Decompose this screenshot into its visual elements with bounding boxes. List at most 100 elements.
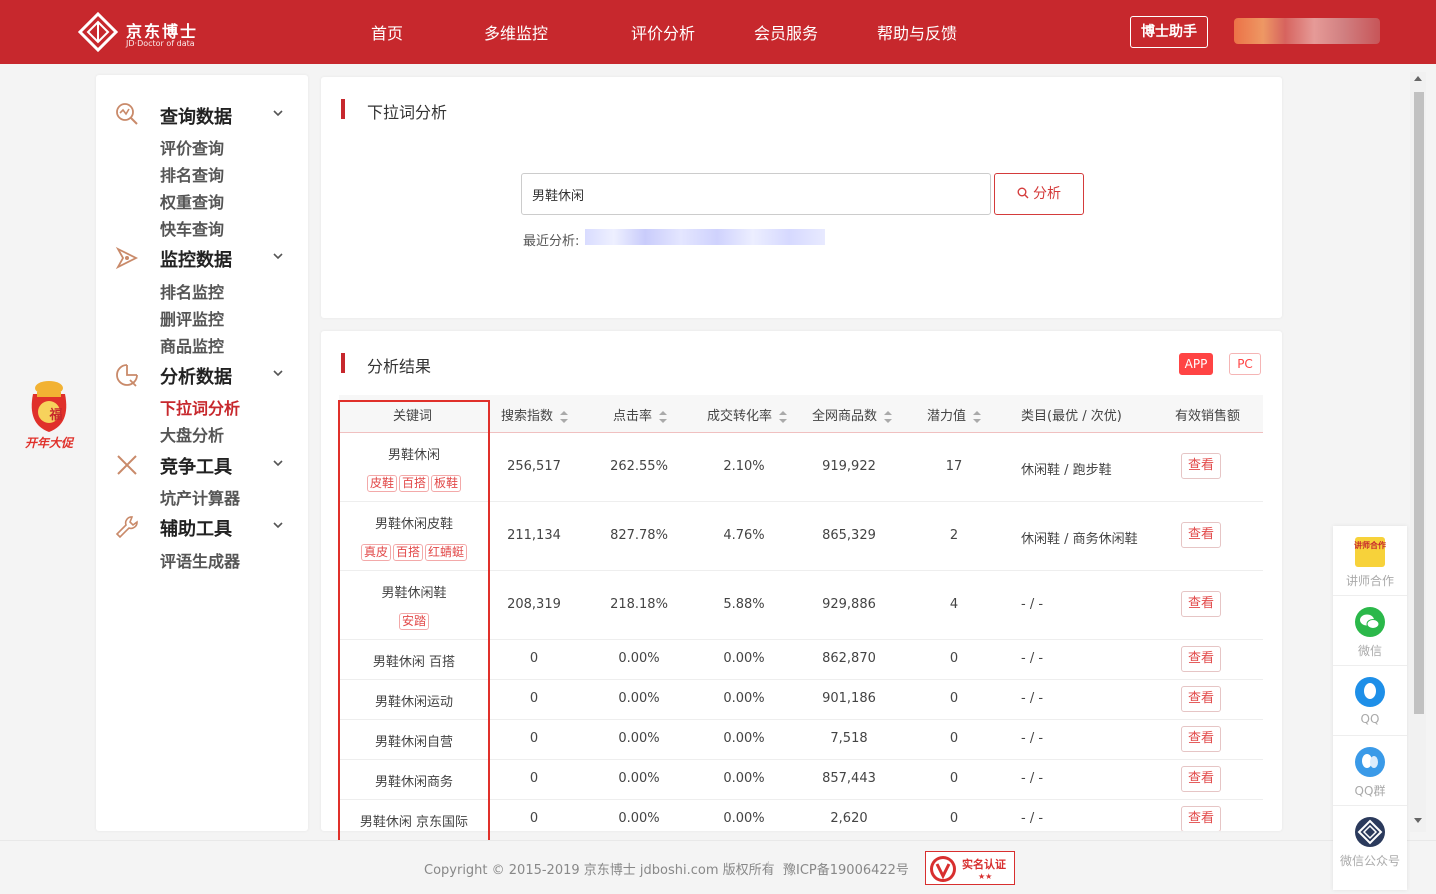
scroll-thumb[interactable] — [1414, 92, 1424, 714]
scroll-down-arrow-icon[interactable] — [1414, 818, 1422, 823]
sidebar-item-dropdown-analysis[interactable]: 下拉词分析 — [160, 395, 240, 419]
float-wechat-official[interactable]: 微信公众号 — [1333, 806, 1407, 876]
promo-badge[interactable]: 福 开年大促 — [16, 378, 82, 452]
sidebar-group-analysis[interactable]: 分析数据 — [160, 363, 232, 389]
chevron-down-icon[interactable] — [272, 519, 284, 531]
recent-analysis-label: 最近分析: — [523, 234, 580, 249]
nav-membership[interactable]: 会员服务 — [754, 20, 818, 44]
wechat-official-icon — [1355, 817, 1385, 847]
search-index-cell: 211,134 — [507, 528, 561, 543]
scroll-up-arrow-icon[interactable] — [1414, 76, 1422, 81]
float-lecturer[interactable]: 讲师合作 讲师合作 — [1333, 526, 1407, 596]
sidebar-group-monitor[interactable]: 监控数据 — [160, 246, 232, 272]
goods-count-cell: 7,518 — [830, 731, 868, 746]
sidebar-item-product-monitor[interactable]: 商品监控 — [160, 333, 224, 357]
column-category: 类目(最优 / 次优) — [1021, 409, 1122, 424]
icp-link[interactable]: 豫ICP备19006422号 — [783, 859, 909, 878]
keyword-tag[interactable]: 安踏 — [398, 613, 429, 630]
sort-icon[interactable] — [658, 410, 668, 424]
view-button[interactable]: 查看 — [1181, 766, 1221, 792]
wechat-icon — [1355, 607, 1385, 637]
sidebar-item-delete-review-monitor[interactable]: 删评监控 — [160, 306, 224, 330]
column-ctr[interactable]: 点击率 — [613, 405, 668, 424]
view-button[interactable]: 查看 — [1181, 726, 1221, 752]
column-sales: 有效销售额 — [1175, 409, 1241, 424]
keyword-tag[interactable]: 真皮 — [360, 544, 391, 561]
brand-logo[interactable]: 京东博士 JD·Doctor of data — [78, 12, 208, 52]
user-account[interactable] — [1234, 18, 1380, 44]
category-cell: - / - — [1021, 691, 1044, 706]
sort-icon[interactable] — [778, 410, 788, 424]
column-cvr[interactable]: 成交转化率 — [707, 405, 788, 424]
keyword-tag[interactable]: 皮鞋 — [366, 475, 397, 492]
nav-home[interactable]: 首页 — [371, 20, 403, 44]
footer: Copyright © 2015-2019 京东博士 jdboshi.com 版… — [0, 840, 1436, 894]
float-wechat[interactable]: 微信 — [1333, 596, 1407, 666]
page-scrollbar[interactable] — [1410, 72, 1426, 832]
view-button[interactable]: 查看 — [1181, 686, 1221, 712]
keyword-tags: 真皮 百搭 红蜻蜓 — [339, 541, 489, 561]
nav-monitor[interactable]: 多维监控 — [484, 20, 548, 44]
table-row: 男鞋休闲 皮鞋 百搭 板鞋 256,517 262.55% 2.10% 919,92… — [339, 433, 1263, 502]
sidebar-item-review-query[interactable]: 评价查询 — [160, 135, 224, 159]
sidebar-group-competition[interactable]: 竞争工具 — [160, 453, 232, 479]
chevron-down-icon[interactable] — [272, 367, 284, 379]
cvr-cell: 0.00% — [723, 731, 765, 746]
keyword-tag[interactable]: 板鞋 — [431, 475, 462, 492]
view-button[interactable]: 查看 — [1181, 453, 1221, 479]
keyword-search-input[interactable] — [521, 173, 991, 215]
title-accent-bar — [341, 99, 345, 119]
chevron-down-icon[interactable] — [272, 250, 284, 262]
mode-app-button[interactable]: APP — [1179, 353, 1213, 375]
sort-icon[interactable] — [883, 410, 893, 424]
view-button[interactable]: 查看 — [1181, 806, 1221, 831]
nav-help[interactable]: 帮助与反馈 — [877, 20, 957, 44]
sidebar: 查询数据 评价查询 排名查询 权重查询 快车查询 监控数据 排名监控 删评监控 … — [96, 75, 308, 831]
analyze-button-label: 分析 — [1033, 186, 1061, 202]
sidebar-group-tools[interactable]: 辅助工具 — [160, 515, 232, 541]
nav-review-analysis[interactable]: 评价分析 — [631, 20, 695, 44]
column-potential[interactable]: 潜力值 — [927, 405, 982, 424]
goods-count-cell: 2,620 — [830, 811, 868, 826]
view-button[interactable]: 查看 — [1181, 522, 1221, 548]
sidebar-item-rank-query[interactable]: 排名查询 — [160, 162, 224, 186]
real-name-verify-badge[interactable]: 实名认证 ★★ — [925, 851, 1015, 885]
ctr-cell: 218.18% — [610, 597, 668, 612]
sort-icon[interactable] — [559, 410, 569, 424]
chevron-down-icon[interactable] — [272, 457, 284, 469]
sidebar-group-query[interactable]: 查询数据 — [160, 103, 232, 129]
sidebar-item-comment-generator[interactable]: 评语生成器 — [160, 548, 240, 572]
float-qq-group[interactable]: QQ群 — [1333, 736, 1407, 806]
keyword-tag[interactable]: 红蜻蜓 — [425, 544, 468, 561]
keyword-tags: 皮鞋 百搭 板鞋 — [339, 472, 489, 492]
table-row: 男鞋休闲鞋 安踏 208,319 218.18% 5.88% 929,886 4… — [339, 571, 1263, 640]
column-goods-count[interactable]: 全网商品数 — [812, 405, 893, 424]
table-row: 男鞋休闲商务 0 0.00% 0.00% 857,443 0 - / - 查看 — [339, 760, 1263, 800]
sidebar-item-output-calculator[interactable]: 坑产计算器 — [160, 485, 240, 509]
goods-count-cell: 901,186 — [822, 691, 876, 706]
assistant-button[interactable]: 博士助手 — [1130, 16, 1208, 48]
sidebar-item-market-analysis[interactable]: 大盘分析 — [160, 422, 224, 446]
search-card: 下拉词分析 分析 最近分析: — [321, 77, 1282, 318]
qq-icon — [1355, 677, 1385, 707]
keyword-tag[interactable]: 百搭 — [398, 475, 429, 492]
keyword-cell: 男鞋休闲商务 — [374, 775, 453, 790]
keyword-cell: 男鞋休闲鞋 — [381, 586, 447, 601]
keyword-tag[interactable]: 百搭 — [392, 544, 423, 561]
chevron-down-icon[interactable] — [272, 107, 284, 119]
sidebar-item-express-query[interactable]: 快车查询 — [160, 216, 224, 240]
sort-icon[interactable] — [972, 410, 982, 424]
view-button[interactable]: 查看 — [1181, 591, 1221, 617]
mode-pc-button[interactable]: PC — [1229, 353, 1261, 375]
potential-cell: 2 — [949, 528, 959, 543]
float-qq[interactable]: QQ — [1333, 666, 1407, 736]
sidebar-item-weight-query[interactable]: 权重查询 — [160, 189, 224, 213]
search-index-cell: 256,517 — [507, 459, 561, 474]
view-button[interactable]: 查看 — [1181, 646, 1221, 672]
sidebar-item-rank-monitor[interactable]: 排名监控 — [160, 279, 224, 303]
column-goods-count-label: 全网商品数 — [812, 409, 878, 424]
category-cell: 休闲鞋 / 商务休闲鞋 — [1021, 532, 1138, 547]
column-search-index[interactable]: 搜索指数 — [501, 405, 569, 424]
recent-analysis-list[interactable] — [585, 229, 825, 245]
analyze-button[interactable]: 分析 — [994, 173, 1084, 215]
